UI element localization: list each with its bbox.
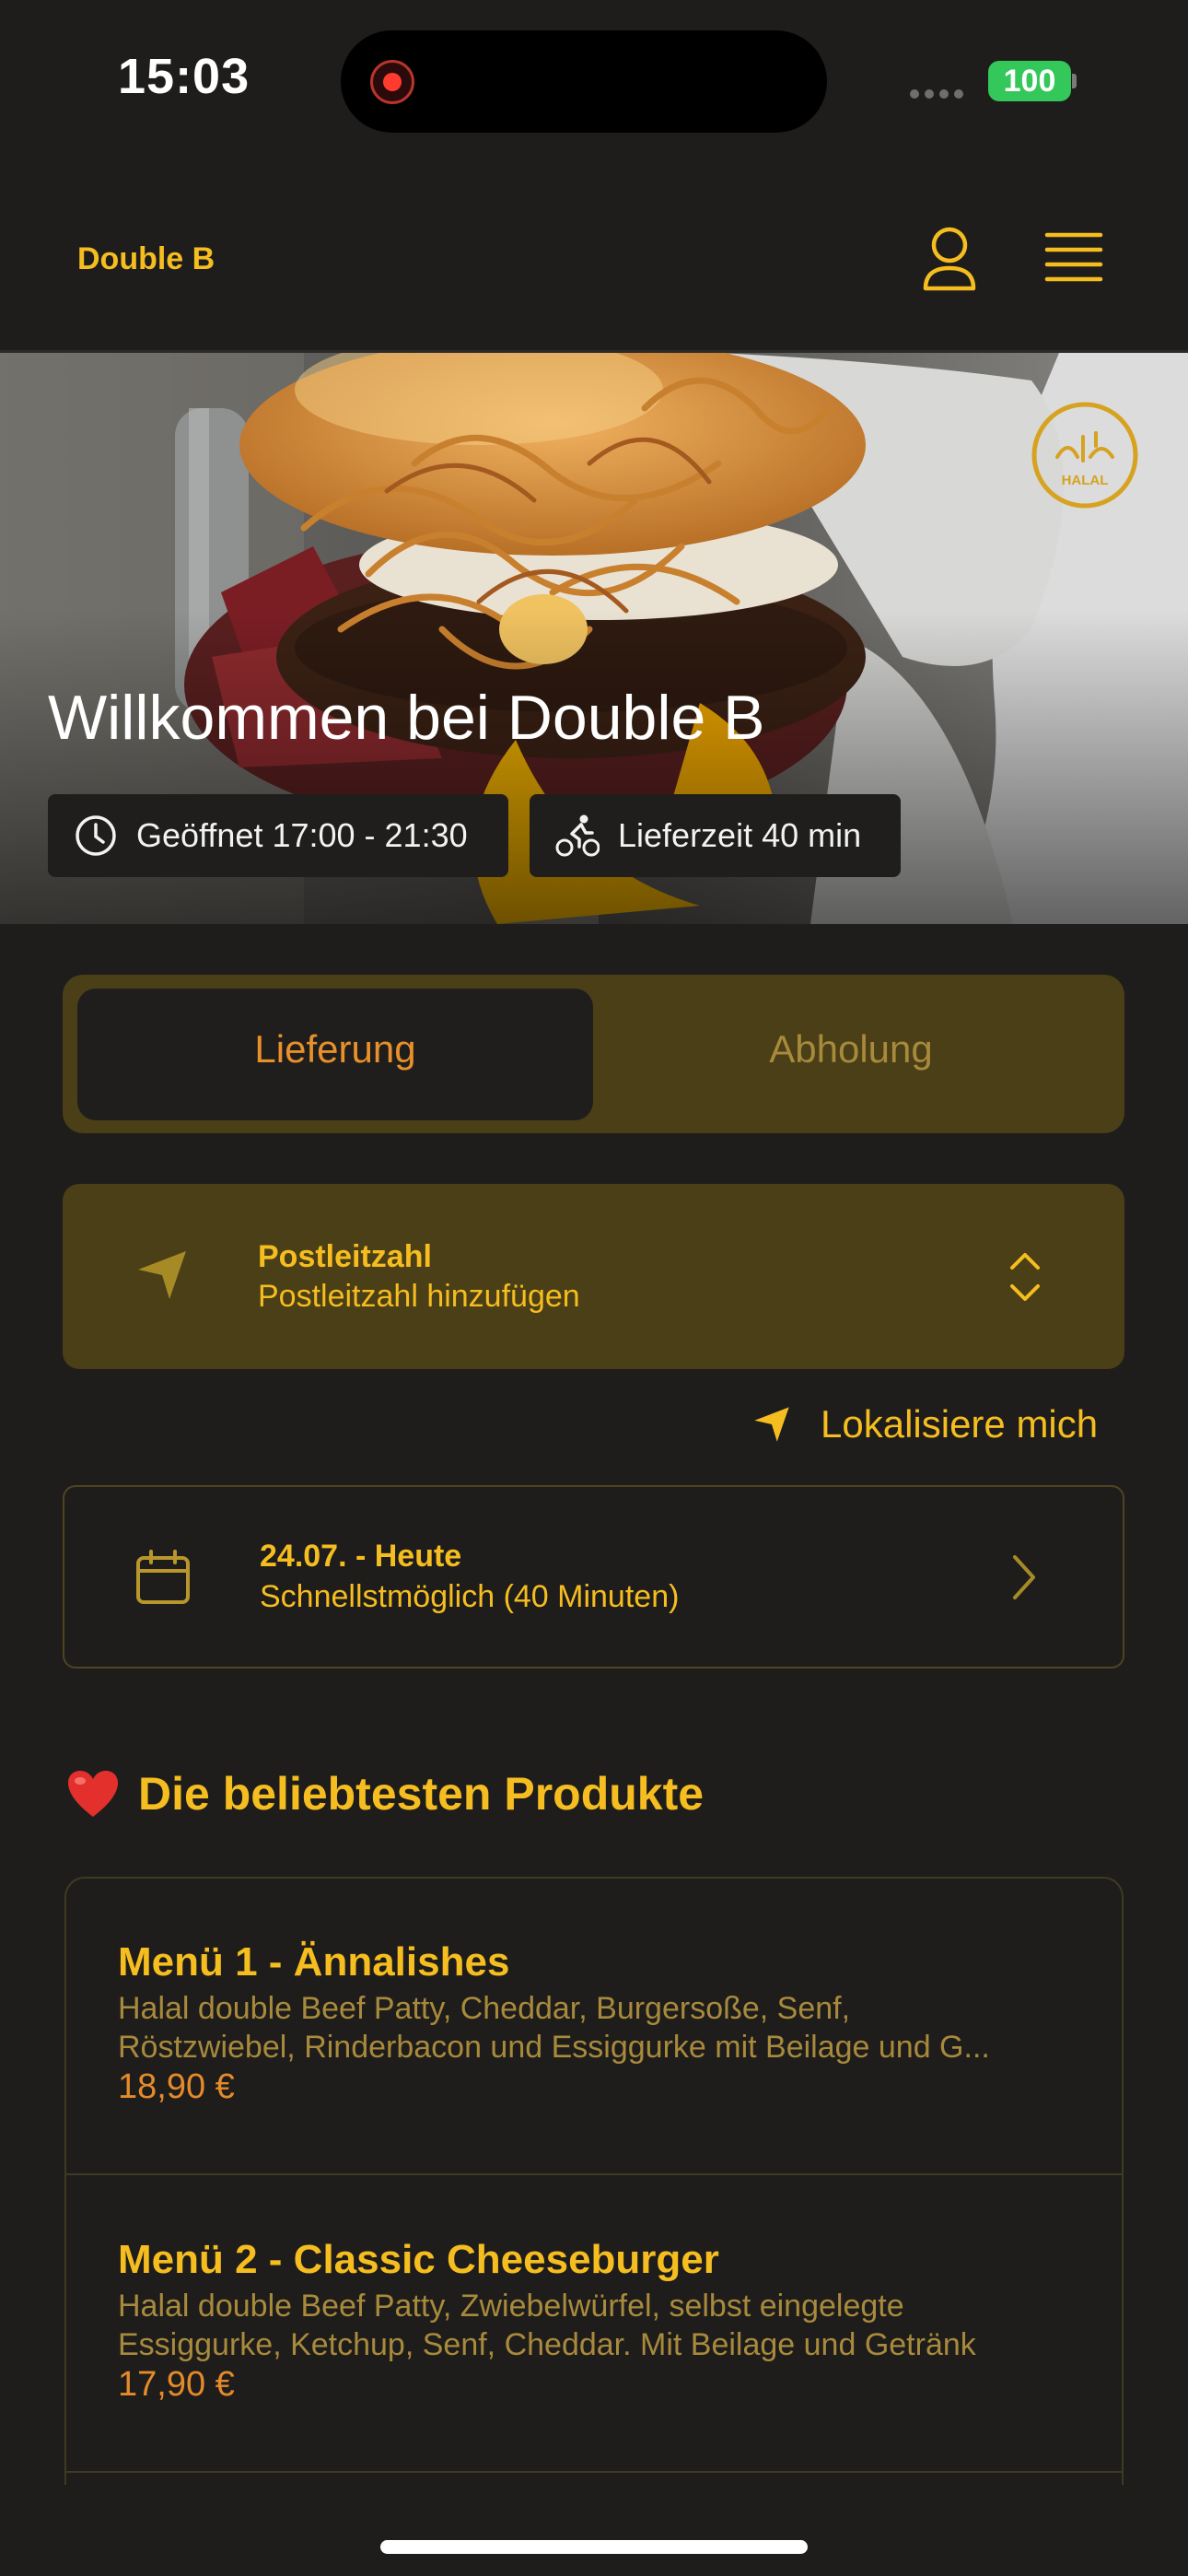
menu-icon[interactable] xyxy=(1044,231,1103,283)
tab-abholung[interactable]: Abholung xyxy=(593,1027,1109,1071)
chevron-up-down-icon[interactable] xyxy=(1007,1249,1042,1305)
product-description: Essiggurke, Ketchup, Senf, Cheddar. Mit … xyxy=(118,2327,976,2362)
tab-lieferung[interactable]: Lieferung xyxy=(77,1027,593,1071)
battery-icon: 100 xyxy=(988,61,1071,101)
schedule-card[interactable] xyxy=(63,1485,1124,1669)
postal-code-title: Postleitzahl xyxy=(258,1239,432,1274)
schedule-date: 24.07. - Heute xyxy=(260,1539,462,1574)
product-description: Röstzwiebel, Rinderbacon und Essiggurke … xyxy=(118,2030,990,2065)
postal-code-field[interactable] xyxy=(63,1184,1124,1369)
halal-badge-icon: HALAL xyxy=(1031,402,1138,509)
clock-icon xyxy=(76,815,116,856)
schedule-time: Schnellstmöglich (40 Minuten) xyxy=(260,1579,680,1614)
product-title[interactable]: Menü 1 - Ännalishes xyxy=(118,1939,509,1985)
product-description: Halal double Beef Patty, Cheddar, Burger… xyxy=(118,1991,851,2026)
status-time: 15:03 xyxy=(118,49,250,104)
location-arrow-icon xyxy=(754,1407,789,1442)
brand-title[interactable]: Double B xyxy=(77,241,215,277)
battery-cap xyxy=(1072,74,1077,88)
svg-text:HALAL: HALAL xyxy=(1062,473,1109,488)
signal-icon xyxy=(910,87,969,103)
recording-icon xyxy=(370,60,414,104)
product-price: 17,90 € xyxy=(118,2365,235,2404)
home-indicator[interactable] xyxy=(380,2540,808,2554)
hero-title: Willkommen bei Double B xyxy=(48,683,765,753)
locate-me-button[interactable]: Lokalisiere mich xyxy=(751,1402,1098,1446)
product-divider xyxy=(64,2173,1124,2175)
popular-products-title: Die beliebtesten Produkte xyxy=(66,1767,704,1821)
chevron-right-icon[interactable] xyxy=(1009,1553,1039,1601)
opening-hours-label: Geöffnet 17:00 - 21:30 xyxy=(136,816,468,854)
user-icon[interactable] xyxy=(921,226,978,292)
product-title[interactable]: Menü 2 - Classic Cheeseburger xyxy=(118,2237,719,2283)
postal-code-placeholder[interactable]: Postleitzahl hinzufügen xyxy=(258,1279,580,1315)
delivery-time-pill: Lieferzeit 40 min xyxy=(530,794,901,877)
product-price: 18,90 € xyxy=(118,2067,235,2106)
opening-hours-pill: Geöffnet 17:00 - 21:30 xyxy=(48,794,508,877)
section-title-label: Die beliebtesten Produkte xyxy=(138,1768,705,1820)
location-arrow-icon xyxy=(138,1251,186,1299)
product-description: Halal double Beef Patty, Zwiebelwürfel, … xyxy=(118,2289,904,2324)
product-divider xyxy=(64,2471,1124,2473)
calendar-icon xyxy=(136,1550,190,1604)
heart-icon xyxy=(68,1771,118,1817)
delivery-time-label: Lieferzeit 40 min xyxy=(618,816,862,854)
locate-me-label: Lokalisiere mich xyxy=(821,1402,1099,1446)
delivery-bike-icon xyxy=(555,814,600,857)
